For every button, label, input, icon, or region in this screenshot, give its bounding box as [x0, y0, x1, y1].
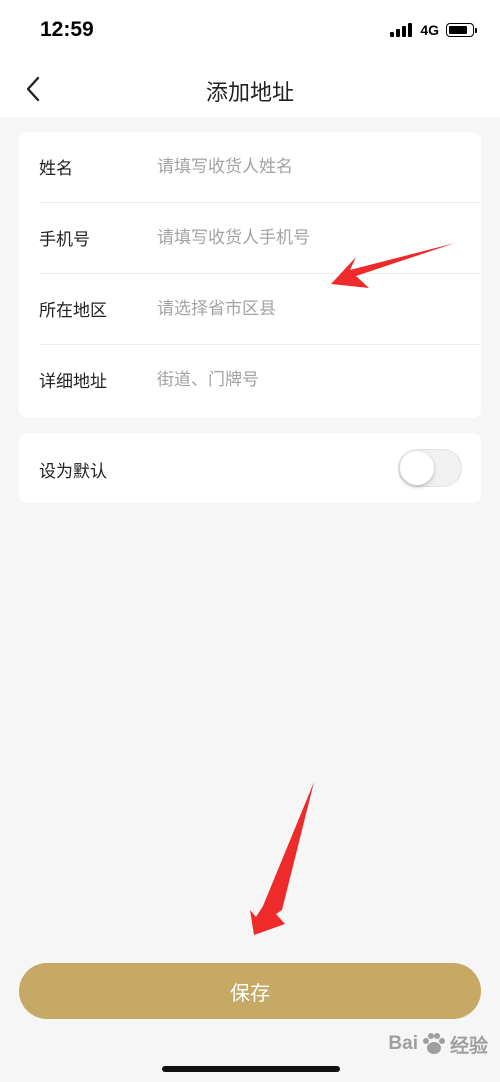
status-time: 12:59	[40, 18, 94, 41]
address-row: 详细地址	[19, 345, 481, 415]
network-type: 4G	[420, 22, 439, 38]
save-button[interactable]: 保存	[19, 963, 481, 1019]
default-label: 设为默认	[39, 462, 107, 482]
region-select[interactable]	[157, 290, 457, 328]
red-arrow-annotation	[250, 782, 314, 935]
status-indicators: 4G	[390, 22, 477, 38]
phone-row: 手机号	[19, 203, 481, 273]
paw-icon	[422, 1033, 445, 1054]
phone-input[interactable]	[157, 219, 457, 257]
home-indicator	[162, 1066, 340, 1072]
watermark-left: Bai	[388, 1033, 418, 1054]
address-input[interactable]	[157, 361, 457, 399]
page-title: 添加地址	[205, 81, 294, 106]
battery-icon	[446, 23, 477, 37]
region-label: 所在地区	[39, 301, 107, 321]
baidu-watermark: Bai 经验	[388, 1030, 488, 1058]
region-row[interactable]: 所在地区	[19, 274, 481, 344]
address-label: 详细地址	[39, 372, 107, 392]
toggle-knob	[400, 451, 434, 485]
default-toggle[interactable]	[398, 449, 462, 487]
address-form: 姓名 手机号 所在地区 详细地址	[19, 132, 481, 418]
name-label: 姓名	[39, 159, 73, 179]
status-bar: 12:59 4G	[0, 0, 500, 62]
nav-bar: 添加地址	[0, 62, 500, 117]
phone-label: 手机号	[39, 230, 90, 250]
default-setting-card: 设为默认	[19, 433, 481, 503]
name-input[interactable]	[157, 148, 457, 186]
name-row: 姓名	[19, 132, 481, 202]
signal-icon	[390, 23, 413, 37]
watermark-right: 经验	[449, 1035, 488, 1057]
